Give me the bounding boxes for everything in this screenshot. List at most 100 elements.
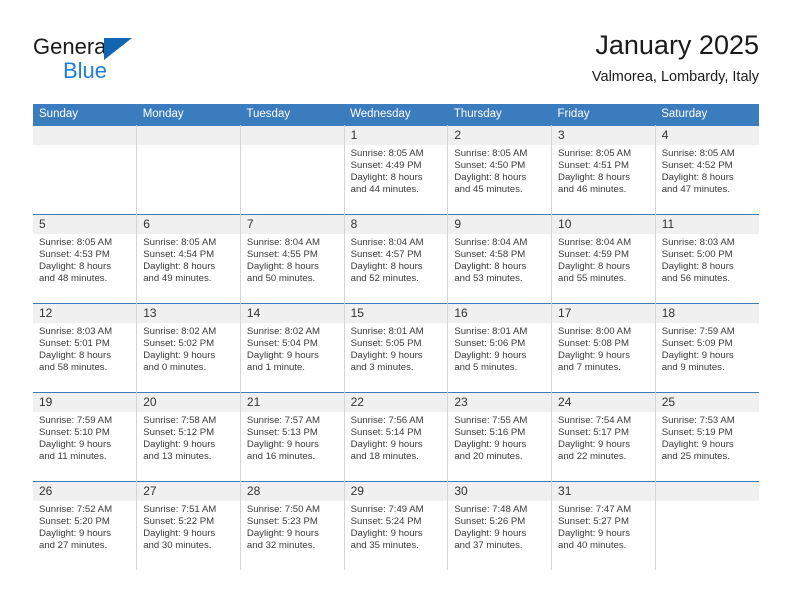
day-number: 7 <box>240 214 344 234</box>
calendar-day-cell[interactable]: 20 Sunrise: 7:58 AM Sunset: 5:12 PM Dayligh… <box>136 391 241 481</box>
calendar-day-cell[interactable]: 3 Sunrise: 8:05 AM Sunset: 4:51 PM Daylight… <box>551 124 656 214</box>
calendar-day-cell[interactable]: 8 Sunrise: 8:04 AM Sunset: 4:57 PM Daylight… <box>344 213 449 303</box>
calendar-grid: Sunday Monday Tuesday Wednesday Thursday Frid… <box>33 104 759 570</box>
calendar-day-cell[interactable]: 6 Sunrise: 8:05 AM Sunset: 4:54 PM Daylight… <box>136 213 241 303</box>
day-sun-details: Sunrise: 7:59 AM Sunset: 5:10 PM Daylight:… <box>33 412 136 463</box>
day-detail-line: Sunrise: 8:04 AM <box>558 236 632 248</box>
day-detail-line: and 27 minutes. <box>39 539 108 551</box>
day-number: 23 <box>448 392 552 412</box>
calendar-day-cell[interactable]: 5 Sunrise: 8:05 AM Sunset: 4:53 PM Daylight… <box>33 213 138 303</box>
day-sun-details: Sunrise: 8:02 AM Sunset: 5:04 PM Daylight:… <box>241 323 344 374</box>
day-detail-line: Daylight: 8 hours <box>661 171 734 183</box>
day-detail-line: and 50 minutes. <box>246 272 316 284</box>
calendar-day-cell[interactable]: 21 Sunrise: 7:57 AM Sunset: 5:13 PM Dayligh… <box>240 391 345 481</box>
day-sun-details: Sunrise: 7:50 AM Sunset: 5:23 PM Daylight:… <box>241 501 344 552</box>
day-detail-line: Sunrise: 7:59 AM <box>39 414 113 426</box>
day-detail-line: and 48 minutes. <box>39 272 108 284</box>
day-number <box>137 125 240 145</box>
day-detail-line: Daylight: 8 hours <box>39 260 111 272</box>
calendar-week-row: 1 Sunrise: 8:05 AM Sunset: 4:49 PM Daylight… <box>33 124 759 214</box>
day-detail-line: Sunset: 4:57 PM <box>350 248 422 260</box>
day-detail-line: Daylight: 8 hours <box>246 260 319 272</box>
day-detail-line: Daylight: 9 hours <box>454 527 527 539</box>
day-detail-line: Sunrise: 8:05 AM <box>143 236 217 248</box>
calendar-day-cell[interactable]: 7 Sunrise: 8:04 AM Sunset: 4:55 PM Daylight… <box>240 213 345 303</box>
page-header: General Blue January 2025 Valmorea, Lomb… <box>33 28 759 96</box>
day-sun-details: Sunrise: 7:48 AM Sunset: 5:26 PM Daylight:… <box>448 501 551 552</box>
calendar-day-cell[interactable]: 28 Sunrise: 7:50 AM Sunset: 5:23 PM Dayligh… <box>240 480 345 570</box>
calendar-day-cell[interactable]: 4 Sunrise: 8:05 AM Sunset: 4:52 PM Daylight… <box>655 124 759 214</box>
calendar-day-cell[interactable]: 24 Sunrise: 7:54 AM Sunset: 5:17 PM Dayligh… <box>551 391 656 481</box>
day-detail-line: and 0 minutes. <box>143 361 207 373</box>
day-detail-line: Sunrise: 7:49 AM <box>350 503 424 515</box>
calendar-day-cell[interactable]: 19 Sunrise: 7:59 AM Sunset: 5:10 PM Dayligh… <box>33 391 138 481</box>
day-number: 5 <box>33 214 137 234</box>
calendar-day-cell[interactable]: 23 Sunrise: 7:55 AM Sunset: 5:16 PM Dayligh… <box>447 391 553 481</box>
weekday-header-thursday: Thursday <box>447 104 552 125</box>
day-detail-line: Daylight: 9 hours <box>143 438 216 450</box>
calendar-day-cell[interactable]: 31 Sunrise: 7:47 AM Sunset: 5:27 PM Dayligh… <box>551 480 656 570</box>
calendar-day-cell-empty <box>655 480 759 570</box>
calendar-day-cell[interactable]: 11 Sunrise: 8:03 AM Sunset: 5:00 PM Dayligh… <box>655 213 759 303</box>
day-sun-details: Sunrise: 8:01 AM Sunset: 5:05 PM Daylight:… <box>345 323 448 374</box>
day-detail-line: Sunset: 5:08 PM <box>558 337 629 349</box>
calendar-day-cell[interactable]: 27 Sunrise: 7:51 AM Sunset: 5:22 PM Dayligh… <box>136 480 241 570</box>
calendar-day-cell[interactable]: 10 Sunrise: 8:04 AM Sunset: 4:59 PM Dayligh… <box>551 213 656 303</box>
day-detail-line: Sunset: 4:55 PM <box>246 248 318 260</box>
day-detail-line: Sunrise: 7:56 AM <box>350 414 424 426</box>
logo-text-general: General <box>33 34 112 59</box>
day-detail-line: and 30 minutes. <box>143 539 212 551</box>
day-sun-details: Sunrise: 8:04 AM Sunset: 4:58 PM Daylight:… <box>448 234 551 285</box>
day-detail-line: Daylight: 8 hours <box>558 260 631 272</box>
calendar-day-cell[interactable]: 9 Sunrise: 8:04 AM Sunset: 4:58 PM Daylight… <box>447 213 553 303</box>
calendar-day-cell[interactable]: 25 Sunrise: 7:53 AM Sunset: 5:19 PM Dayligh… <box>655 391 759 481</box>
day-detail-line: and 7 minutes. <box>558 361 621 373</box>
day-detail-line: Sunset: 5:17 PM <box>558 426 629 438</box>
calendar-day-cell[interactable]: 18 Sunrise: 7:59 AM Sunset: 5:09 PM Dayligh… <box>655 302 759 392</box>
day-detail-line: Sunrise: 8:03 AM <box>39 325 113 337</box>
calendar-day-cell[interactable]: 2 Sunrise: 8:05 AM Sunset: 4:50 PM Daylight… <box>447 124 553 214</box>
day-detail-line: Sunrise: 8:05 AM <box>558 147 632 159</box>
day-detail-line: Sunset: 5:00 PM <box>661 248 733 260</box>
day-sun-details: Sunrise: 8:05 AM Sunset: 4:49 PM Daylight:… <box>345 145 448 196</box>
calendar-week-row: 12 Sunrise: 8:03 AM Sunset: 5:01 PM Dayligh… <box>33 302 759 392</box>
day-detail-line: Sunrise: 8:05 AM <box>350 147 424 159</box>
calendar-day-cell[interactable]: 13 Sunrise: 8:02 AM Sunset: 5:02 PM Dayligh… <box>136 302 241 392</box>
day-detail-line: and 13 minutes. <box>143 450 212 462</box>
day-detail-line: and 22 minutes. <box>558 450 627 462</box>
calendar-day-cell[interactable]: 17 Sunrise: 8:00 AM Sunset: 5:08 PM Dayligh… <box>551 302 656 392</box>
calendar-week-row: 5 Sunrise: 8:05 AM Sunset: 4:53 PM Daylight… <box>33 213 759 303</box>
calendar-day-cell[interactable]: 1 Sunrise: 8:05 AM Sunset: 4:49 PM Daylight… <box>344 124 449 214</box>
day-detail-line: and 44 minutes. <box>350 183 419 195</box>
calendar-day-cell[interactable]: 29 Sunrise: 7:49 AM Sunset: 5:24 PM Dayligh… <box>344 480 449 570</box>
day-detail-line: Sunrise: 7:58 AM <box>143 414 217 426</box>
day-detail-line: Sunset: 5:02 PM <box>143 337 215 349</box>
day-detail-line: Daylight: 8 hours <box>350 171 423 183</box>
day-number: 10 <box>552 214 655 234</box>
day-detail-line: Sunrise: 8:01 AM <box>454 325 528 337</box>
calendar-week-row: 26 Sunrise: 7:52 AM Sunset: 5:20 PM Dayligh… <box>33 480 759 570</box>
day-detail-line: and 45 minutes. <box>454 183 523 195</box>
day-detail-line: Sunset: 5:20 PM <box>39 515 110 527</box>
calendar-day-cell[interactable]: 14 Sunrise: 8:02 AM Sunset: 5:04 PM Dayligh… <box>240 302 345 392</box>
calendar-day-cell[interactable]: 12 Sunrise: 8:03 AM Sunset: 5:01 PM Dayligh… <box>33 302 138 392</box>
day-detail-line: Daylight: 9 hours <box>558 349 631 361</box>
day-detail-line: Sunrise: 7:52 AM <box>39 503 113 515</box>
day-detail-line: and 11 minutes. <box>39 450 107 462</box>
day-sun-details: Sunrise: 7:52 AM Sunset: 5:20 PM Daylight:… <box>33 501 136 552</box>
day-detail-line: Daylight: 8 hours <box>39 349 111 361</box>
day-number: 9 <box>448 214 552 234</box>
day-number: 30 <box>448 481 552 501</box>
day-sun-details <box>137 145 240 148</box>
calendar-day-cell[interactable]: 30 Sunrise: 7:48 AM Sunset: 5:26 PM Dayligh… <box>447 480 553 570</box>
general-blue-logo[interactable]: General Blue <box>33 34 233 94</box>
calendar-day-cell[interactable]: 26 Sunrise: 7:52 AM Sunset: 5:20 PM Dayligh… <box>33 480 138 570</box>
day-number: 6 <box>137 214 240 234</box>
day-detail-line: and 56 minutes. <box>661 272 730 284</box>
calendar-day-cell[interactable]: 22 Sunrise: 7:56 AM Sunset: 5:14 PM Dayligh… <box>344 391 449 481</box>
day-detail-line: Daylight: 9 hours <box>558 527 631 539</box>
day-detail-line: Sunset: 5:13 PM <box>246 426 318 438</box>
calendar-day-cell[interactable]: 16 Sunrise: 8:01 AM Sunset: 5:06 PM Dayligh… <box>447 302 553 392</box>
calendar-day-cell-empty <box>33 124 138 214</box>
calendar-day-cell[interactable]: 15 Sunrise: 8:01 AM Sunset: 5:05 PM Dayligh… <box>344 302 449 392</box>
